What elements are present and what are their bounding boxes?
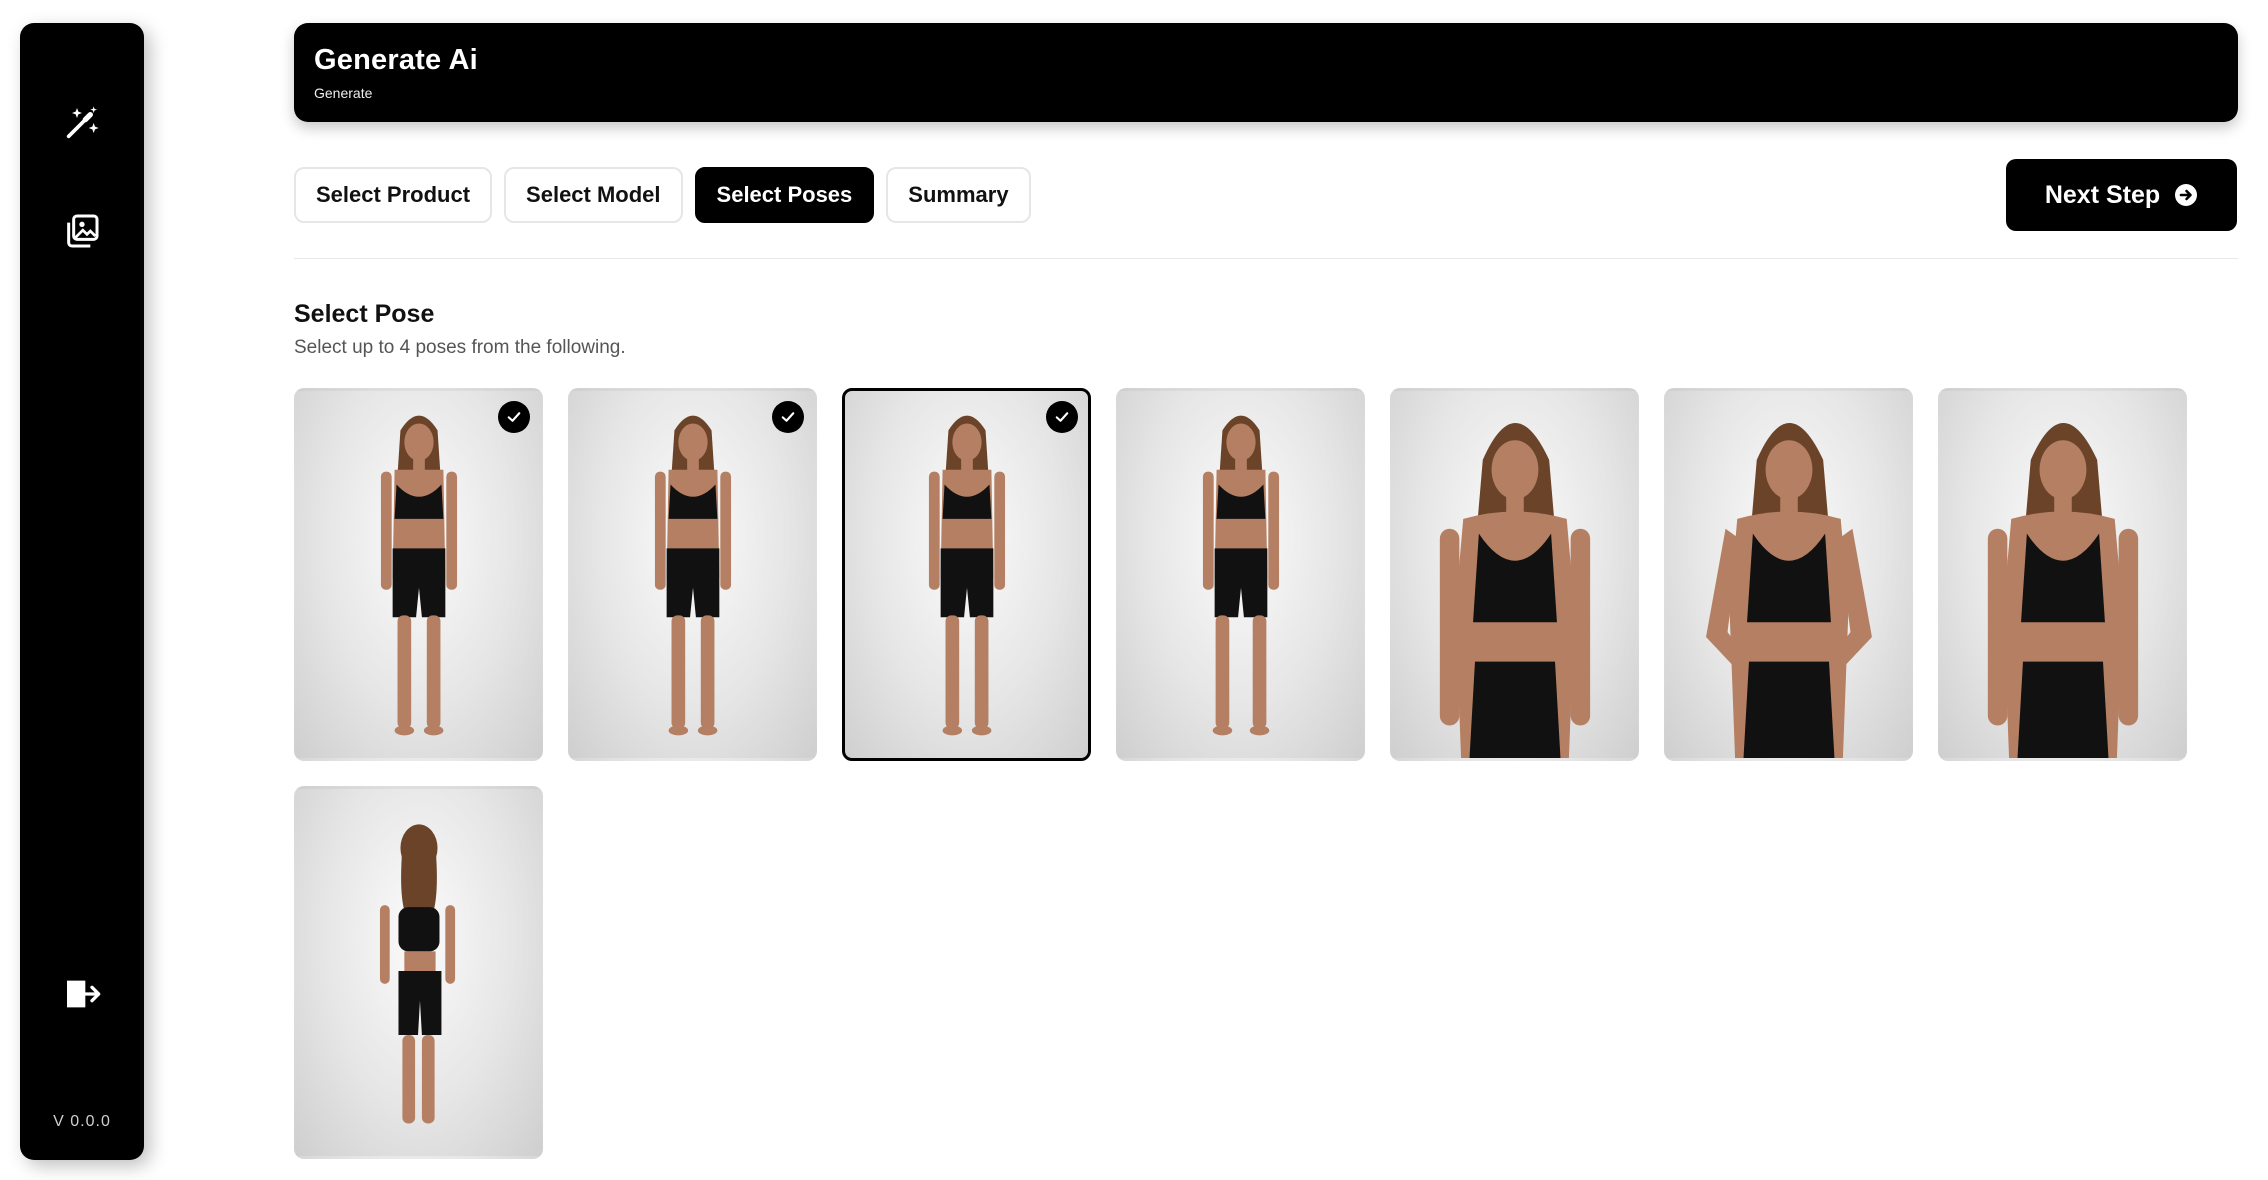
- version-label: V 0.0.0: [53, 1113, 111, 1130]
- magic-wand-icon: [66, 106, 99, 139]
- model-photo: [1202, 415, 1280, 736]
- divider: [294, 258, 2238, 259]
- pose-card[interactable]: [842, 388, 1091, 761]
- tab-summary[interactable]: Summary: [886, 167, 1031, 223]
- model-photo: [1439, 422, 1591, 758]
- tab-select-model[interactable]: Select Model: [504, 167, 683, 223]
- checkmark-icon: [1046, 401, 1078, 433]
- model-photo: [380, 415, 458, 736]
- pose-card[interactable]: [1116, 388, 1365, 761]
- tab-select-poses[interactable]: Select Poses: [694, 167, 875, 223]
- tab-select-product[interactable]: Select Product: [294, 167, 493, 223]
- step-tabs: Select Product Select Model Select Poses…: [294, 167, 1031, 223]
- checkmark-icon: [498, 401, 530, 433]
- section-title: Select Pose: [294, 300, 435, 328]
- pose-card[interactable]: [568, 388, 817, 761]
- section-subtitle: Select up to 4 poses from the following.: [294, 337, 626, 358]
- page-header: Generate Ai Generate: [294, 23, 2238, 122]
- sidebar-item-generate[interactable]: [52, 93, 112, 153]
- sidebar: V 0.0.0: [20, 23, 144, 1160]
- model-photo: [1987, 422, 2139, 758]
- pose-card[interactable]: [1664, 388, 1913, 761]
- checkmark-icon: [772, 401, 804, 433]
- page-breadcrumb: Generate: [314, 85, 373, 101]
- pose-card[interactable]: [1390, 388, 1639, 761]
- pose-grid: [294, 388, 2194, 1159]
- page-title: Generate Ai: [314, 44, 478, 76]
- next-step-button[interactable]: Next Step: [2006, 159, 2237, 231]
- gallery-icon: [67, 214, 99, 248]
- logout-button[interactable]: [52, 964, 112, 1024]
- model-photo: [1706, 422, 1872, 758]
- sidebar-item-gallery[interactable]: [52, 201, 112, 261]
- model-photo: [928, 415, 1006, 736]
- pose-card[interactable]: [1938, 388, 2187, 761]
- arrow-right-circle-icon: [2175, 184, 2198, 206]
- pose-card[interactable]: [294, 786, 543, 1159]
- logout-icon: [67, 980, 101, 1008]
- next-step-label: Next Step: [2044, 180, 2161, 209]
- model-photo: [379, 824, 456, 1124]
- model-photo: [654, 415, 732, 736]
- pose-card[interactable]: [294, 388, 543, 761]
